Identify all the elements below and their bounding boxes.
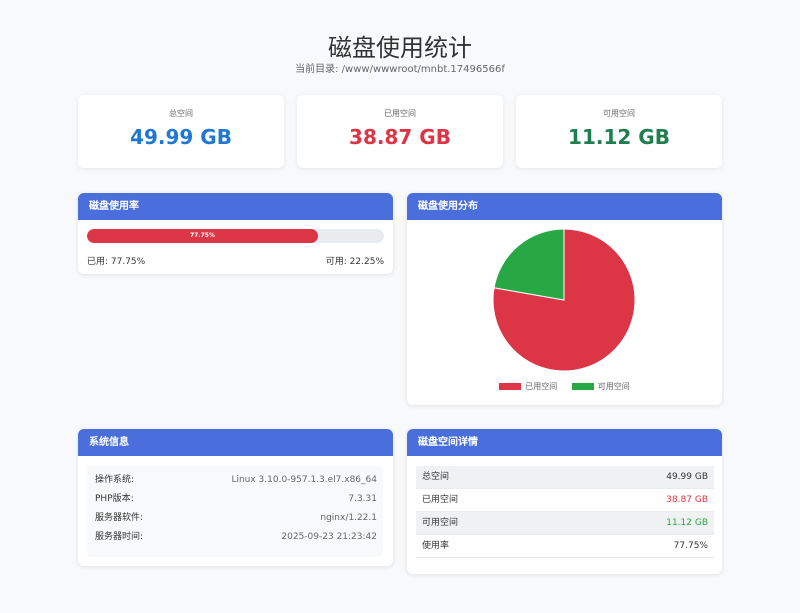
detail-label: 使用率 [422,541,450,551]
distribution-panel: 磁盘使用分布 已用空间 可用空间 [407,193,722,405]
free-percent-text: 可用: 22.25% [325,257,384,267]
total-space-card: 总空间 49.99 GB [78,95,284,168]
table-row: 可用空间 11.12 GB [416,512,714,535]
info-value: Linux 3.10.0-957.1.3.el7.x86_64 [231,475,377,485]
info-label: PHP版本: [95,494,134,504]
panel-title: 系统信息 [78,429,393,456]
stat-label: 可用空间 [603,109,635,118]
info-label: 服务器时间: [95,532,144,542]
info-label: 服务器软件: [95,513,144,523]
legend-item-free[interactable]: 可用空间 [571,381,630,392]
detail-value: 49.99 GB [666,472,708,482]
legend-swatch [499,383,522,390]
stat-label: 总空间 [169,109,193,118]
system-info-box: 操作系统: Linux 3.10.0-957.1.3.el7.x86_64 PH… [87,466,383,557]
used-percent-text: 已用: 77.75% [87,257,146,267]
panel-title: 磁盘空间详情 [407,429,722,456]
panel-title: 磁盘使用分布 [407,193,722,220]
pie-slice-free[interactable] [493,228,565,301]
detail-label: 可用空间 [422,518,459,528]
legend-swatch [571,383,594,390]
info-row-time: 服务器时间: 2025-09-23 21:23:42 [95,528,377,547]
table-row: 使用率 77.75% [416,535,714,558]
system-info-panel: 系统信息 操作系统: Linux 3.10.0-957.1.3.el7.x86_… [78,429,393,566]
stat-value: 49.99 GB [130,125,232,149]
free-space-card: 可用空间 11.12 GB [516,95,722,168]
stat-value: 11.12 GB [568,125,670,149]
current-directory: 当前目录: /www/wwwroot/mnbt.17496566f [295,64,505,75]
panel-title: 磁盘使用率 [78,193,393,220]
usage-progress-bar: 77.75% [87,229,384,243]
stat-value: 38.87 GB [349,125,451,149]
table-row: 已用空间 38.87 GB [416,489,714,512]
info-row-php: PHP版本: 7.3.31 [95,490,377,509]
used-space-card: 已用空间 38.87 GB [297,95,503,168]
info-value: 7.3.31 [348,494,377,504]
info-value: nginx/1.22.1 [320,513,377,523]
info-row-os: 操作系统: Linux 3.10.0-957.1.3.el7.x86_64 [95,471,377,490]
pie-chart [492,228,636,372]
info-label: 操作系统: [95,475,135,485]
legend-item-used[interactable]: 已用空间 [499,381,557,392]
detail-value: 11.12 GB [666,518,708,528]
info-row-server: 服务器软件: nginx/1.22.1 [95,509,377,528]
detail-label: 已用空间 [422,495,459,505]
detail-label: 总空间 [422,472,450,482]
detail-value: 38.87 GB [666,495,708,505]
legend-label: 可用空间 [597,382,630,391]
legend-label: 已用空间 [525,382,558,391]
table-row: 总空间 49.99 GB [416,466,714,489]
info-value: 2025-09-23 21:23:42 [281,532,377,542]
disk-detail-panel: 磁盘空间详情 总空间 49.99 GB 已用空间 38.87 GB 可用空间 1… [407,429,722,574]
page-title: 磁盘使用统计 [328,34,472,62]
stat-label: 已用空间 [384,109,416,118]
detail-value: 77.75% [673,541,708,551]
chart-legend: 已用空间 可用空间 [407,381,722,392]
usage-progress-fill: 77.75% [87,229,318,243]
usage-panel: 磁盘使用率 77.75% 已用: 77.75% 可用: 22.25% [78,193,393,274]
